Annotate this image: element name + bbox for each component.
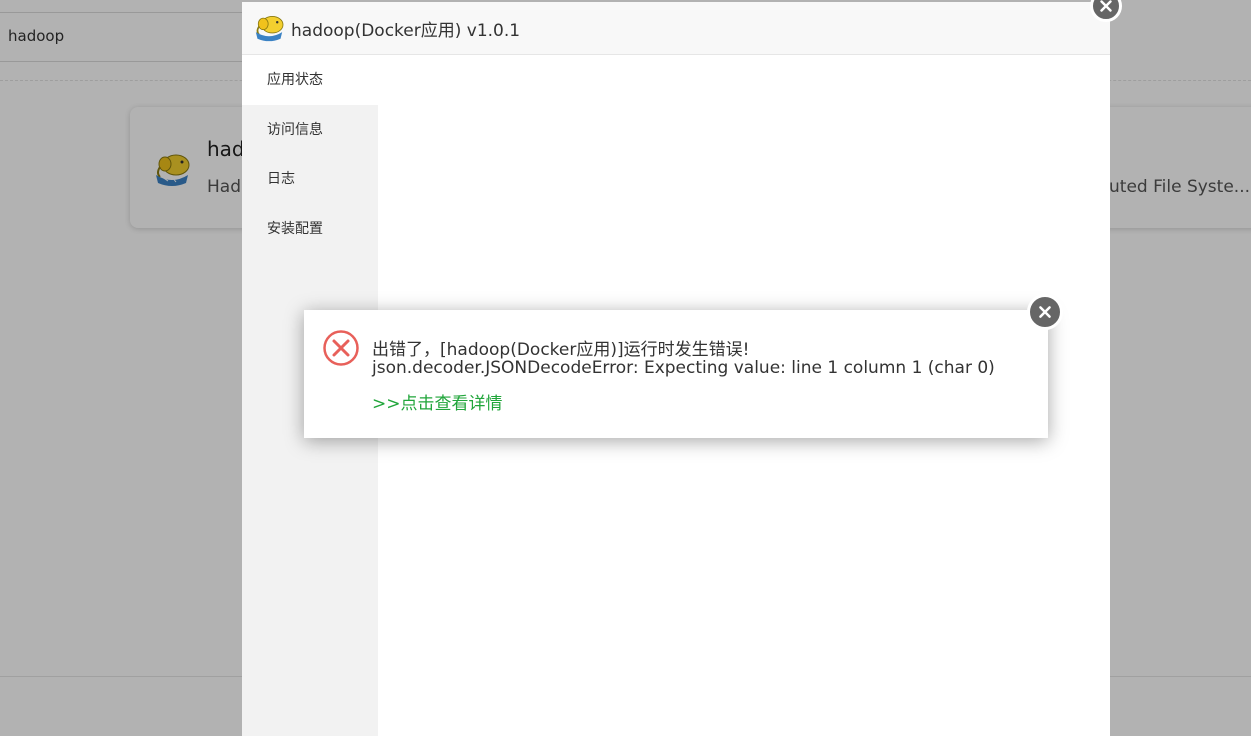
error-popup: 出错了，[hadoop(Docker应用)]运行时发生错误! json.deco…: [304, 310, 1048, 438]
error-message: 出错了，[hadoop(Docker应用)]运行时发生错误!: [372, 340, 750, 360]
sidebar-item-label: 访问信息: [267, 122, 323, 138]
hadoop-elephant-icon: [255, 16, 284, 42]
sidebar-item-label: 安装配置: [267, 221, 323, 237]
dialog-close-button[interactable]: [1090, 0, 1122, 22]
error-x-circle-icon: [323, 330, 359, 366]
error-popup-close-button[interactable]: [1027, 294, 1063, 330]
close-icon: [1100, 0, 1112, 12]
close-icon: [1039, 306, 1051, 318]
sidebar-item-label: 日志: [267, 171, 295, 187]
dialog-header: hadoop(Docker应用) v1.0.1: [242, 2, 1110, 55]
sidebar-item-logs[interactable]: 日志: [242, 154, 378, 204]
error-detail: json.decoder.JSONDecodeError: Expecting …: [372, 358, 995, 378]
dialog-title: hadoop(Docker应用) v1.0.1: [291, 21, 521, 41]
sidebar-item-label: 应用状态: [267, 72, 323, 88]
sidebar-item-app-status[interactable]: 应用状态: [242, 55, 378, 105]
view-details-link[interactable]: >>点击查看详情: [372, 389, 503, 414]
sidebar-item-access-info[interactable]: 访问信息: [242, 105, 378, 155]
sidebar-item-install-config[interactable]: 安装配置: [242, 204, 378, 254]
